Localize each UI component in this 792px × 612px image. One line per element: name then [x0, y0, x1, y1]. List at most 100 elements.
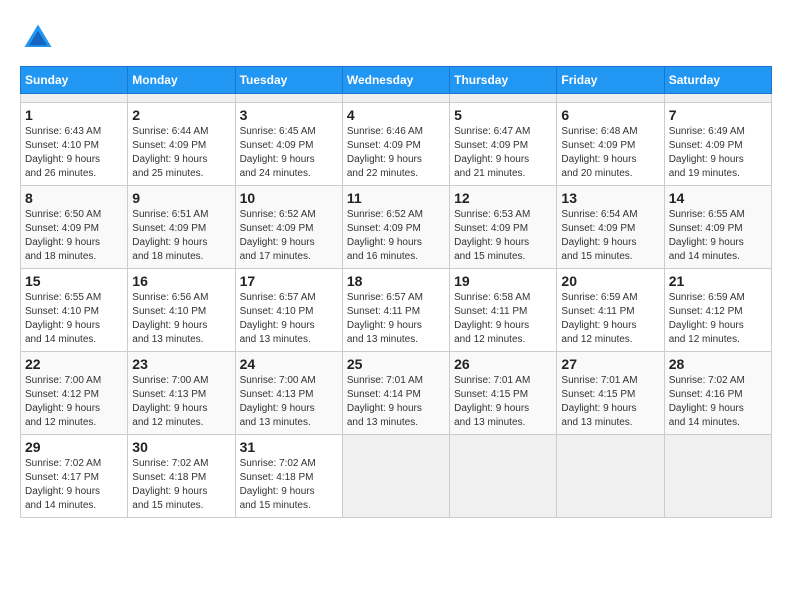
day-info: Sunrise: 7:02 AM Sunset: 4:16 PM Dayligh…: [669, 374, 767, 430]
day-number: 13: [561, 190, 659, 206]
day-info: Sunrise: 6:51 AM Sunset: 4:09 PM Dayligh…: [132, 208, 230, 264]
day-number: 22: [25, 356, 123, 372]
day-info: Sunrise: 6:55 AM Sunset: 4:09 PM Dayligh…: [669, 208, 767, 264]
day-info: Sunrise: 6:52 AM Sunset: 4:09 PM Dayligh…: [347, 208, 445, 264]
day-number: 27: [561, 356, 659, 372]
day-number: 23: [132, 356, 230, 372]
day-cell: [450, 94, 557, 103]
calendar-body: 1 Sunrise: 6:43 AM Sunset: 4:10 PM Daylig…: [21, 94, 772, 518]
day-cell: 30Sunrise: 7:02 AM Sunset: 4:18 PM Dayli…: [128, 435, 235, 518]
day-cell: 13 Sunrise: 6:54 AM Sunset: 4:09 PM Dayli…: [557, 186, 664, 269]
day-info: Sunrise: 6:59 AM Sunset: 4:11 PM Dayligh…: [561, 291, 659, 347]
day-number: 28: [669, 356, 767, 372]
day-info: Sunrise: 6:49 AM Sunset: 4:09 PM Dayligh…: [669, 125, 767, 181]
day-cell: 14 Sunrise: 6:55 AM Sunset: 4:09 PM Dayli…: [664, 186, 771, 269]
day-number: 20: [561, 273, 659, 289]
day-info: Sunrise: 6:57 AM Sunset: 4:11 PM Dayligh…: [347, 291, 445, 347]
day-number: 5: [454, 107, 552, 123]
header-row: SundayMondayTuesdayWednesdayThursdayFrid…: [21, 67, 772, 94]
day-cell: [21, 94, 128, 103]
day-info: Sunrise: 7:00 AM Sunset: 4:13 PM Dayligh…: [240, 374, 338, 430]
header-cell-thursday: Thursday: [450, 67, 557, 94]
day-cell: 25Sunrise: 7:01 AM Sunset: 4:14 PM Dayli…: [342, 352, 449, 435]
day-cell: 10 Sunrise: 6:52 AM Sunset: 4:09 PM Dayli…: [235, 186, 342, 269]
week-row-4: 22Sunrise: 7:00 AM Sunset: 4:12 PM Dayli…: [21, 352, 772, 435]
week-row-5: 29 Sunrise: 7:02 AM Sunset: 4:17 PM Dayli…: [21, 435, 772, 518]
day-cell: 27Sunrise: 7:01 AM Sunset: 4:15 PM Dayli…: [557, 352, 664, 435]
page-header: [20, 20, 772, 56]
day-info: Sunrise: 6:55 AM Sunset: 4:10 PM Dayligh…: [25, 291, 123, 347]
day-info: Sunrise: 6:43 AM Sunset: 4:10 PM Dayligh…: [25, 125, 123, 181]
day-cell: 18 Sunrise: 6:57 AM Sunset: 4:11 PM Dayli…: [342, 269, 449, 352]
logo: [20, 20, 60, 56]
day-cell: 16 Sunrise: 6:56 AM Sunset: 4:10 PM Dayli…: [128, 269, 235, 352]
day-number: 4: [347, 107, 445, 123]
day-info: Sunrise: 6:54 AM Sunset: 4:09 PM Dayligh…: [561, 208, 659, 264]
day-info: Sunrise: 6:50 AM Sunset: 4:09 PM Dayligh…: [25, 208, 123, 264]
week-row-3: 15Sunrise: 6:55 AM Sunset: 4:10 PM Dayli…: [21, 269, 772, 352]
day-cell: 2 Sunrise: 6:44 AM Sunset: 4:09 PM Daylig…: [128, 103, 235, 186]
day-cell: [664, 435, 771, 518]
day-info: Sunrise: 6:56 AM Sunset: 4:10 PM Dayligh…: [132, 291, 230, 347]
day-info: Sunrise: 6:46 AM Sunset: 4:09 PM Dayligh…: [347, 125, 445, 181]
header-cell-saturday: Saturday: [664, 67, 771, 94]
day-cell: 5 Sunrise: 6:47 AM Sunset: 4:09 PM Daylig…: [450, 103, 557, 186]
day-info: Sunrise: 7:02 AM Sunset: 4:18 PM Dayligh…: [240, 457, 338, 513]
day-number: 21: [669, 273, 767, 289]
day-cell: 12Sunrise: 6:53 AM Sunset: 4:09 PM Dayli…: [450, 186, 557, 269]
week-row-0: [21, 94, 772, 103]
day-number: 31: [240, 439, 338, 455]
day-cell: 23 Sunrise: 7:00 AM Sunset: 4:13 PM Dayli…: [128, 352, 235, 435]
day-info: Sunrise: 6:47 AM Sunset: 4:09 PM Dayligh…: [454, 125, 552, 181]
day-number: 6: [561, 107, 659, 123]
day-number: 17: [240, 273, 338, 289]
header-cell-tuesday: Tuesday: [235, 67, 342, 94]
day-info: Sunrise: 6:58 AM Sunset: 4:11 PM Dayligh…: [454, 291, 552, 347]
day-cell: 22Sunrise: 7:00 AM Sunset: 4:12 PM Dayli…: [21, 352, 128, 435]
week-row-2: 8Sunrise: 6:50 AM Sunset: 4:09 PM Daylig…: [21, 186, 772, 269]
day-number: 9: [132, 190, 230, 206]
day-number: 10: [240, 190, 338, 206]
day-cell: [128, 94, 235, 103]
day-info: Sunrise: 7:00 AM Sunset: 4:13 PM Dayligh…: [132, 374, 230, 430]
day-number: 7: [669, 107, 767, 123]
day-number: 19: [454, 273, 552, 289]
day-cell: [557, 94, 664, 103]
day-cell: 29 Sunrise: 7:02 AM Sunset: 4:17 PM Dayli…: [21, 435, 128, 518]
day-number: 14: [669, 190, 767, 206]
day-info: Sunrise: 7:02 AM Sunset: 4:17 PM Dayligh…: [25, 457, 123, 513]
day-cell: 31 Sunrise: 7:02 AM Sunset: 4:18 PM Dayli…: [235, 435, 342, 518]
day-cell: 20 Sunrise: 6:59 AM Sunset: 4:11 PM Dayli…: [557, 269, 664, 352]
day-cell: 17 Sunrise: 6:57 AM Sunset: 4:10 PM Dayli…: [235, 269, 342, 352]
week-row-1: 1 Sunrise: 6:43 AM Sunset: 4:10 PM Daylig…: [21, 103, 772, 186]
day-cell: 19 Sunrise: 6:58 AM Sunset: 4:11 PM Dayli…: [450, 269, 557, 352]
day-number: 12: [454, 190, 552, 206]
day-cell: [342, 94, 449, 103]
day-cell: 9 Sunrise: 6:51 AM Sunset: 4:09 PM Daylig…: [128, 186, 235, 269]
day-number: 29: [25, 439, 123, 455]
day-number: 2: [132, 107, 230, 123]
day-info: Sunrise: 7:01 AM Sunset: 4:15 PM Dayligh…: [454, 374, 552, 430]
day-info: Sunrise: 6:44 AM Sunset: 4:09 PM Dayligh…: [132, 125, 230, 181]
calendar-table: SundayMondayTuesdayWednesdayThursdayFrid…: [20, 66, 772, 518]
day-info: Sunrise: 6:57 AM Sunset: 4:10 PM Dayligh…: [240, 291, 338, 347]
day-cell: 24Sunrise: 7:00 AM Sunset: 4:13 PM Dayli…: [235, 352, 342, 435]
day-cell: [664, 94, 771, 103]
day-cell: 28 Sunrise: 7:02 AM Sunset: 4:16 PM Dayli…: [664, 352, 771, 435]
day-number: 16: [132, 273, 230, 289]
day-cell: 11Sunrise: 6:52 AM Sunset: 4:09 PM Dayli…: [342, 186, 449, 269]
day-info: Sunrise: 6:48 AM Sunset: 4:09 PM Dayligh…: [561, 125, 659, 181]
day-number: 3: [240, 107, 338, 123]
day-number: 18: [347, 273, 445, 289]
day-cell: 3Sunrise: 6:45 AM Sunset: 4:09 PM Daylig…: [235, 103, 342, 186]
day-info: Sunrise: 6:52 AM Sunset: 4:09 PM Dayligh…: [240, 208, 338, 264]
day-number: 1: [25, 107, 123, 123]
calendar-header: SundayMondayTuesdayWednesdayThursdayFrid…: [21, 67, 772, 94]
header-cell-sunday: Sunday: [21, 67, 128, 94]
day-cell: [342, 435, 449, 518]
day-cell: [235, 94, 342, 103]
day-cell: 8Sunrise: 6:50 AM Sunset: 4:09 PM Daylig…: [21, 186, 128, 269]
day-number: 26: [454, 356, 552, 372]
day-cell: 21Sunrise: 6:59 AM Sunset: 4:12 PM Dayli…: [664, 269, 771, 352]
header-cell-wednesday: Wednesday: [342, 67, 449, 94]
